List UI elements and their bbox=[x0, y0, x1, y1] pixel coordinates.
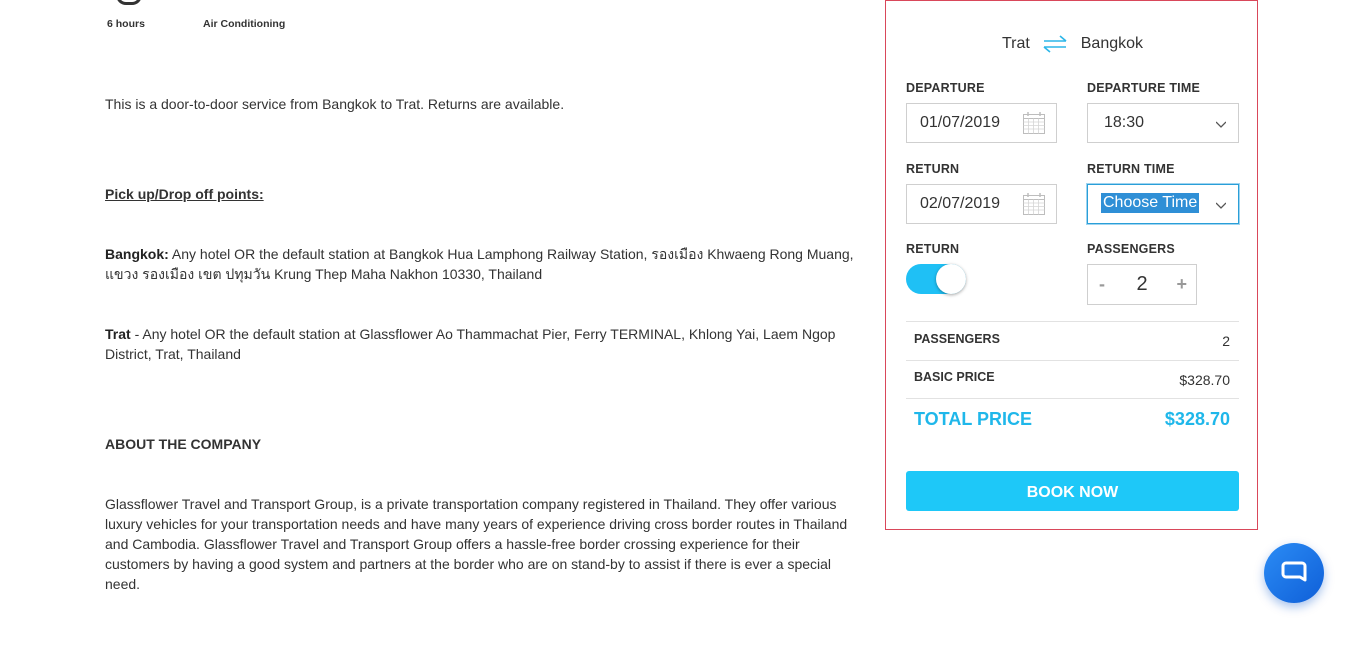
departure-date-input[interactable]: 01/07/2019 bbox=[906, 103, 1057, 143]
divider bbox=[906, 321, 1239, 322]
departure-time-select[interactable]: 18:30 bbox=[1087, 103, 1239, 143]
chevron-down-icon bbox=[1216, 202, 1226, 209]
departure-label: DEPARTURE bbox=[906, 81, 985, 95]
return-date-input[interactable]: 02/07/2019 bbox=[906, 184, 1057, 224]
total-price-value: $328.70 bbox=[1164, 409, 1230, 429]
passenger-stepper: - 2 + bbox=[1087, 264, 1197, 305]
departure-time-value: 18:30 bbox=[1104, 114, 1145, 131]
amenity-label: Air Conditioning bbox=[203, 18, 286, 30]
route-from: Trat bbox=[1001, 35, 1030, 52]
departure-time-label: DEPARTURE TIME bbox=[1087, 81, 1200, 95]
return-label: RETURN bbox=[906, 162, 960, 176]
summary-passengers-label: PASSENGERS bbox=[914, 332, 1000, 346]
swap-arrows-icon[interactable] bbox=[1042, 34, 1068, 54]
duration-label: 6 hours bbox=[107, 18, 145, 30]
bangkok-point: Bangkok: Any hotel OR the default statio… bbox=[105, 244, 855, 284]
passengers-label: PASSENGERS bbox=[1087, 242, 1175, 256]
divider bbox=[906, 360, 1239, 361]
chat-button[interactable] bbox=[1264, 543, 1324, 603]
chevron-down-icon bbox=[1216, 121, 1226, 128]
departure-date-value: 01/07/2019 bbox=[920, 114, 1001, 131]
bangkok-text: Any hotel OR the default station at Bang… bbox=[105, 246, 854, 282]
points-heading: Pick up/Drop off points: bbox=[105, 186, 264, 202]
return-time-select[interactable]: Choose Time bbox=[1087, 184, 1239, 224]
intro-text: This is a door-to-door service from Bang… bbox=[105, 96, 565, 112]
return-toggle-label: RETURN bbox=[906, 242, 960, 256]
basic-price-label: BASIC PRICE bbox=[914, 370, 995, 384]
route-to: Bangkok bbox=[1080, 35, 1144, 52]
calendar-icon[interactable] bbox=[1022, 192, 1046, 216]
about-heading: ABOUT THE COMPANY bbox=[105, 436, 262, 452]
toggle-knob bbox=[936, 264, 966, 294]
trat-label: Trat bbox=[105, 326, 131, 342]
return-toggle[interactable] bbox=[906, 264, 966, 294]
book-now-button[interactable]: BOOK NOW bbox=[906, 471, 1239, 511]
divider bbox=[906, 398, 1239, 399]
increment-button[interactable]: + bbox=[1176, 274, 1187, 295]
trat-text: - Any hotel OR the default station at Gl… bbox=[105, 326, 836, 362]
basic-price-value: $328.70 bbox=[1179, 372, 1230, 388]
clock-icon bbox=[116, 0, 142, 5]
route: Trat Bangkok bbox=[886, 34, 1259, 54]
return-date-value: 02/07/2019 bbox=[920, 195, 1001, 212]
return-time-value: Choose Time bbox=[1101, 193, 1200, 213]
trat-point: Trat - Any hotel OR the default station … bbox=[105, 324, 855, 364]
chat-icon bbox=[1281, 561, 1307, 582]
calendar-icon[interactable] bbox=[1022, 111, 1046, 135]
return-time-label: RETURN TIME bbox=[1087, 162, 1175, 176]
about-text: Glassflower Travel and Transport Group, … bbox=[105, 496, 848, 592]
total-price-label: TOTAL PRICE bbox=[914, 409, 1033, 429]
summary-passengers-value: 2 bbox=[1222, 333, 1230, 349]
bangkok-label: Bangkok: bbox=[105, 246, 169, 262]
